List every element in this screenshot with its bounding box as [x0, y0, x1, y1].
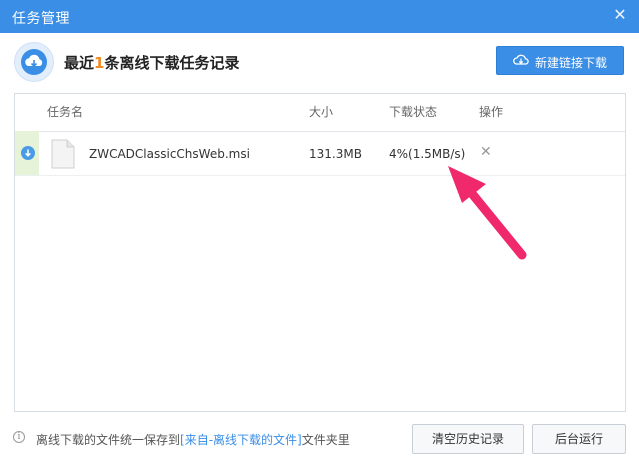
column-header-name: 任务名	[47, 105, 84, 119]
headline-suffix: 条离线下载任务记录	[104, 54, 240, 72]
run-in-background-button[interactable]: 后台运行	[532, 424, 626, 454]
cloud-download-icon	[14, 42, 54, 82]
note-text-after: 文件夹里	[301, 433, 350, 447]
page-title: 最近1条离线下载任务记录	[64, 52, 239, 73]
downloading-icon	[21, 146, 35, 160]
info-icon: i	[13, 431, 25, 443]
file-icon	[51, 139, 75, 169]
window-title: 任务管理	[12, 11, 70, 27]
cloud-download-icon	[513, 53, 529, 70]
task-download-status: 4%(1.5MB/s)	[389, 147, 466, 161]
column-header-size: 大小	[309, 105, 334, 119]
offline-folder-link[interactable]: [来自-离线下载的文件]	[180, 433, 302, 447]
new-link-download-label: 新建链接下载	[535, 56, 608, 70]
close-icon[interactable]: ✕	[611, 6, 629, 24]
title-bar: 任务管理 ✕	[0, 0, 639, 33]
new-link-download-button[interactable]: 新建链接下载	[496, 46, 624, 75]
column-header-action: 操作	[479, 105, 504, 119]
note-text-before: 离线下载的文件统一保存到	[36, 433, 181, 447]
task-file-size: 131.3MB	[309, 147, 362, 161]
delete-task-icon[interactable]: ✕	[480, 144, 492, 160]
save-location-note: 离线下载的文件统一保存到[来自-离线下载的文件]文件夹里	[36, 431, 350, 448]
table-header: 任务名 大小 下载状态 操作	[15, 94, 625, 132]
headline-prefix: 最近	[64, 54, 95, 72]
task-count: 1	[94, 54, 105, 72]
table-row[interactable]: ZWCADClassicChsWeb.msi 131.3MB 4%(1.5MB/…	[15, 131, 625, 176]
task-file-name: ZWCADClassicChsWeb.msi	[89, 147, 250, 161]
clear-history-button[interactable]: 清空历史记录	[412, 424, 524, 454]
task-table: 任务名 大小 下载状态 操作 ZWCADClassicChsWeb.msi 13…	[14, 93, 626, 412]
column-header-status: 下载状态	[389, 105, 438, 119]
